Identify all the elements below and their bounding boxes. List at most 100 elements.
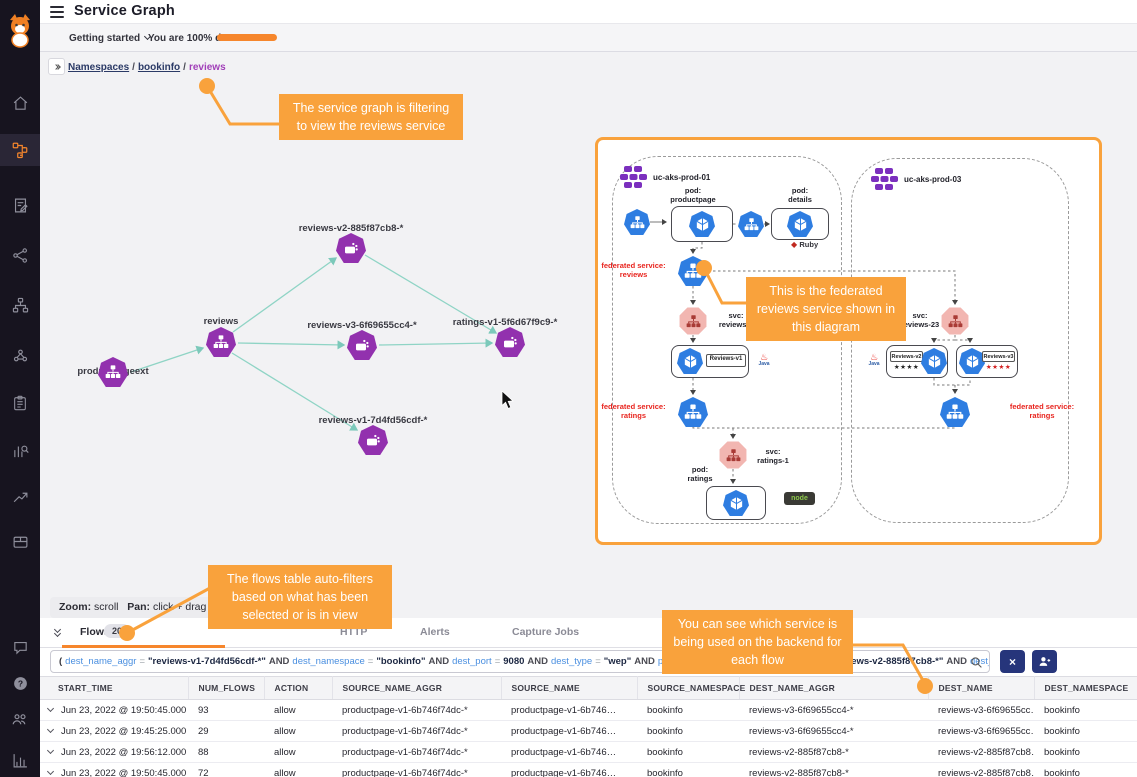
bottom-tabs-bar: Flows 20 HTTP Alerts Capture Jobs bbox=[40, 618, 1137, 648]
column-header-num_flows[interactable]: NUM_FLOWS bbox=[188, 677, 264, 700]
table-cell: Jun 23, 2022 @ 19:56:12.000 bbox=[40, 742, 188, 763]
filter-segment: AND bbox=[428, 656, 449, 667]
filter-bar: (dest_name_aggr="reviews-v1-7d4fd56cdf-*… bbox=[40, 648, 1137, 676]
filter-segment: dest_type bbox=[551, 656, 592, 667]
filter-segment: = bbox=[139, 656, 145, 667]
compliance-clipboard-icon[interactable] bbox=[0, 388, 40, 418]
column-header-dest_name[interactable]: DEST_NAME bbox=[928, 677, 1034, 700]
table-row[interactable]: Jun 23, 2022 @ 19:50:45.00093allowproduc… bbox=[40, 700, 1137, 721]
table-cell: reviews-v2-885f87cb8… bbox=[928, 763, 1034, 777]
user-button[interactable] bbox=[1032, 650, 1057, 673]
table-cell: Jun 23, 2022 @ 19:50:45.000 bbox=[40, 700, 188, 721]
home-icon[interactable] bbox=[0, 88, 40, 118]
table-cell: bookinfo bbox=[1034, 742, 1137, 763]
network-sets-icon[interactable] bbox=[0, 290, 40, 320]
filter-segment: = bbox=[495, 656, 501, 667]
table-cell: bookinfo bbox=[1034, 721, 1137, 742]
table-cell: bookinfo bbox=[637, 700, 739, 721]
table-cell: productpage-v1-6b746… bbox=[501, 700, 637, 721]
table-row[interactable]: Jun 23, 2022 @ 19:56:12.00088allowproduc… bbox=[40, 742, 1137, 763]
filter-segment: dest_namespace bbox=[292, 656, 364, 667]
storage-box-icon[interactable] bbox=[0, 526, 40, 556]
filter-segment: dest_name_aggr bbox=[65, 656, 136, 667]
table-cell: bookinfo bbox=[637, 721, 739, 742]
policies-icon[interactable] bbox=[0, 190, 40, 220]
federated-ratings-label: federated service: ratings bbox=[1006, 402, 1078, 421]
table-cell: bookinfo bbox=[637, 742, 739, 763]
usage-bar-chart-icon[interactable] bbox=[0, 745, 40, 775]
sitemap-icon bbox=[213, 334, 229, 350]
mouse-cursor bbox=[501, 391, 515, 411]
row-expand-icon[interactable] bbox=[47, 746, 54, 753]
column-header-dest_namespace[interactable]: DEST_NAMESPACE bbox=[1034, 677, 1137, 700]
column-header-action[interactable]: ACTION bbox=[264, 677, 332, 700]
cluster-icon bbox=[620, 166, 647, 190]
hamburger-menu-icon[interactable] bbox=[50, 6, 64, 18]
row-expand-icon[interactable] bbox=[47, 725, 54, 732]
table-cell: reviews-v2-885f87cb8-* bbox=[739, 763, 928, 777]
ruby-logo-icon: ◆ Ruby bbox=[791, 240, 818, 249]
table-cell: productpage-v1-6b746f74dc-* bbox=[332, 742, 501, 763]
table-cell: bookinfo bbox=[1034, 700, 1137, 721]
getting-started-dropdown[interactable]: Getting started bbox=[69, 33, 150, 44]
service-graph-icon[interactable] bbox=[0, 134, 40, 166]
table-cell: Jun 23, 2022 @ 19:45:25.000 bbox=[40, 721, 188, 742]
svc-ratings-1-label: svc: ratings-1 bbox=[750, 447, 796, 466]
svg-text:?: ? bbox=[17, 678, 22, 688]
cluster-name: uc-aks-prod-01 bbox=[653, 173, 710, 183]
table-cell: reviews-v3-6f69655cc… bbox=[928, 721, 1034, 742]
column-header-start_time[interactable]: START_TIME bbox=[40, 677, 188, 700]
search-icon bbox=[970, 656, 983, 669]
left-nav-sidebar: ? bbox=[0, 0, 40, 777]
reviews-v3-tag: Reviews-v3 bbox=[982, 351, 1015, 362]
filter-segment: "reviews-v1-7d4fd56cdf-*" bbox=[148, 656, 266, 667]
pod-ratings-label: pod: ratings bbox=[678, 465, 722, 484]
person-icon bbox=[1038, 655, 1051, 668]
progress-bar bbox=[217, 34, 277, 41]
federated-reviews-label: federated service: reviews bbox=[601, 261, 666, 280]
column-header-source_name_aggr[interactable]: SOURCE_NAME_AGGR bbox=[332, 677, 501, 700]
help-icon[interactable]: ? bbox=[0, 668, 40, 698]
table-cell: allow bbox=[264, 742, 332, 763]
table-row[interactable]: Jun 23, 2022 @ 19:50:45.00072allowproduc… bbox=[40, 763, 1137, 777]
column-header-dest_name_aggr[interactable]: DEST_NAME_AGGR bbox=[739, 677, 928, 700]
filter-segment: 9080 bbox=[503, 656, 524, 667]
getting-started-bar: Getting started You are 100% done bbox=[40, 24, 1137, 52]
filter-segment: AND bbox=[527, 656, 548, 667]
table-cell: reviews-v3-6f69655cc4-* bbox=[739, 700, 928, 721]
filter-segment: = bbox=[595, 656, 601, 667]
table-cell: reviews-v3-6f69655cc… bbox=[928, 700, 1034, 721]
filter-segment: AND bbox=[946, 656, 967, 667]
row-expand-icon[interactable] bbox=[47, 767, 54, 774]
reviews-v3-stars: ★★★★ bbox=[982, 363, 1015, 371]
table-row[interactable]: Jun 23, 2022 @ 19:45:25.00029allowproduc… bbox=[40, 721, 1137, 742]
users-icon[interactable] bbox=[0, 704, 40, 734]
replicaset-icon bbox=[365, 432, 381, 448]
table-cell: reviews-v2-885f87cb8… bbox=[928, 742, 1034, 763]
trend-arrow-icon[interactable] bbox=[0, 482, 40, 512]
filter-segment: dest_port bbox=[452, 656, 492, 667]
activity-chart-icon[interactable] bbox=[0, 436, 40, 466]
table-cell: 88 bbox=[188, 742, 264, 763]
column-header-source_name[interactable]: SOURCE_NAME bbox=[501, 677, 637, 700]
collapse-panel-icon[interactable] bbox=[55, 627, 60, 636]
chat-icon[interactable] bbox=[0, 632, 40, 662]
calico-cat-logo-icon[interactable] bbox=[6, 14, 34, 48]
column-header-source_namespace[interactable]: SOURCE_NAMESPACE bbox=[637, 677, 739, 700]
managed-clusters-icon[interactable] bbox=[0, 340, 40, 370]
table-cell: productpage-v1-6b746f74dc-* bbox=[332, 721, 501, 742]
clear-filter-button[interactable]: × bbox=[1000, 650, 1025, 673]
replicaset-icon bbox=[354, 337, 370, 353]
row-expand-icon[interactable] bbox=[47, 704, 54, 711]
table-cell: reviews-v2-885f87cb8-* bbox=[739, 742, 928, 763]
table-cell: 93 bbox=[188, 700, 264, 721]
sitemap-icon bbox=[105, 364, 121, 380]
table-cell: bookinfo bbox=[1034, 763, 1137, 777]
endpoints-icon[interactable] bbox=[0, 240, 40, 270]
tab-alerts[interactable]: Alerts bbox=[420, 626, 450, 638]
tab-capture-jobs[interactable]: Capture Jobs bbox=[512, 626, 579, 638]
title-bar: Service Graph bbox=[40, 0, 1137, 24]
reviews-v1-tag: Reviews-v1 bbox=[706, 354, 746, 367]
java-logo-icon: ♨Java bbox=[756, 353, 772, 367]
filter-segment: AND bbox=[634, 656, 655, 667]
